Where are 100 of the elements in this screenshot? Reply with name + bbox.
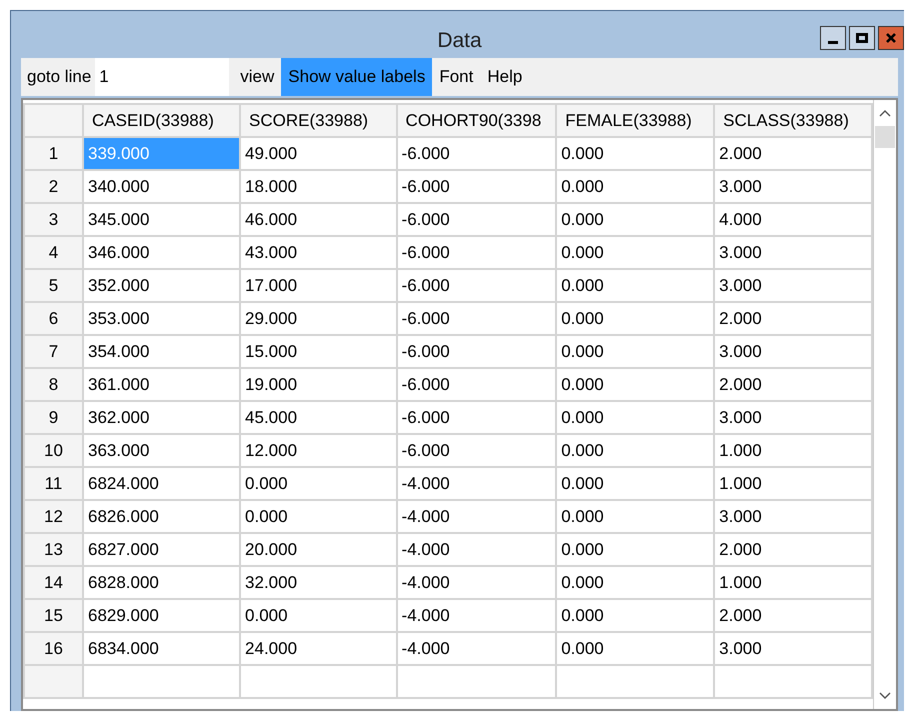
scroll-down-icon[interactable] (879, 692, 891, 700)
menu-item[interactable]: Show value labels (281, 58, 432, 96)
table-cell[interactable]: 346.000 (82, 236, 240, 269)
table-cell[interactable]: -6.000 (396, 236, 556, 269)
table-cell[interactable]: 340.000 (82, 170, 240, 203)
table-cell[interactable]: 3.000 (714, 236, 872, 269)
close-button[interactable] (878, 26, 904, 50)
table-cell[interactable]: 2.000 (714, 302, 872, 335)
maximize-button[interactable] (849, 26, 875, 50)
table-cell[interactable]: 6824.000 (82, 467, 240, 500)
menu-item[interactable]: Font (432, 58, 480, 96)
table-cell[interactable]: 3.000 (714, 170, 872, 203)
column-header[interactable]: SCLASS(33988) (714, 104, 872, 137)
table-cell[interactable]: 3.000 (714, 632, 872, 665)
table-cell[interactable]: 1.000 (714, 434, 872, 467)
scrollbar-thumb[interactable] (875, 126, 895, 148)
menu-item[interactable]: view (233, 58, 282, 96)
table-cell[interactable]: 0.000 (556, 566, 714, 599)
table-cell[interactable]: 18.000 (240, 170, 397, 203)
row-number: 11 (24, 467, 83, 500)
table-cell[interactable]: -6.000 (396, 335, 556, 368)
table-cell[interactable]: 0.000 (556, 632, 714, 665)
table-cell[interactable]: 2.000 (714, 533, 872, 566)
table-cell[interactable]: 1.000 (714, 566, 872, 599)
table-cell[interactable]: -4.000 (396, 599, 556, 632)
table-cell[interactable]: 0.000 (556, 434, 714, 467)
table-cell[interactable]: -6.000 (396, 203, 556, 236)
table-cell[interactable]: 29.000 (240, 302, 397, 335)
table-cell[interactable]: 352.000 (82, 269, 240, 302)
table-cell[interactable]: 20.000 (240, 533, 397, 566)
table-cell[interactable]: 6827.000 (82, 533, 240, 566)
menu-item[interactable]: Help (480, 58, 530, 96)
table-cell[interactable]: 0.000 (556, 533, 714, 566)
table-cell[interactable]: 43.000 (240, 236, 397, 269)
table-cell[interactable]: 0.000 (556, 137, 714, 170)
table-cell[interactable]: 4.000 (714, 203, 872, 236)
table-cell[interactable]: 354.000 (82, 335, 240, 368)
table-cell[interactable]: -6.000 (396, 269, 556, 302)
table-cell[interactable]: -6.000 (396, 401, 556, 434)
scroll-up-icon[interactable] (879, 109, 891, 117)
table-cell[interactable]: 362.000 (82, 401, 240, 434)
table-cell[interactable]: 19.000 (240, 368, 397, 401)
table-cell[interactable]: 1.000 (714, 467, 872, 500)
table-cell[interactable]: 45.000 (240, 401, 397, 434)
table-cell[interactable]: 3.000 (714, 335, 872, 368)
column-header[interactable]: CASEID(33988) (82, 104, 240, 137)
table-cell[interactable]: 353.000 (82, 302, 240, 335)
table-cell[interactable]: 0.000 (556, 269, 714, 302)
table-cell[interactable]: 0.000 (556, 467, 714, 500)
table-cell[interactable]: 0.000 (556, 599, 714, 632)
table-cell[interactable]: 6828.000 (82, 566, 240, 599)
minimize-button[interactable] (820, 26, 846, 50)
table-cell[interactable]: 12.000 (240, 434, 397, 467)
table-cell[interactable]: 3.000 (714, 500, 872, 533)
table-cell[interactable]: 0.000 (240, 467, 397, 500)
table-cell[interactable]: 6829.000 (82, 599, 240, 632)
table-cell[interactable]: 0.000 (556, 302, 714, 335)
table-cell[interactable]: 49.000 (240, 137, 397, 170)
table-cell[interactable]: -4.000 (396, 467, 556, 500)
table-cell[interactable]: 6826.000 (82, 500, 240, 533)
table-cell[interactable]: 32.000 (240, 566, 397, 599)
table-cell[interactable]: 345.000 (82, 203, 240, 236)
table-cell[interactable]: -6.000 (396, 170, 556, 203)
table-cell[interactable]: 17.000 (240, 269, 397, 302)
close-icon (885, 32, 897, 44)
table-cell[interactable]: 6834.000 (82, 632, 240, 665)
table-cell[interactable]: -4.000 (396, 500, 556, 533)
table-cell[interactable]: 0.000 (556, 203, 714, 236)
row-number: 5 (24, 269, 83, 302)
table-cell[interactable]: 0.000 (556, 401, 714, 434)
table-cell[interactable]: 361.000 (82, 368, 240, 401)
column-header[interactable]: FEMALE(33988) (556, 104, 714, 137)
column-header[interactable]: COHORT90(3398 (396, 104, 556, 137)
table-cell[interactable]: 0.000 (556, 236, 714, 269)
table-cell[interactable]: -4.000 (396, 533, 556, 566)
table-cell[interactable]: -4.000 (396, 566, 556, 599)
table-cell[interactable]: 0.000 (556, 335, 714, 368)
table-cell[interactable]: 0.000 (556, 368, 714, 401)
table-cell[interactable]: -6.000 (396, 434, 556, 467)
goto-line-field[interactable]: 1 (95, 58, 230, 96)
table-cell[interactable]: 3.000 (714, 269, 872, 302)
table-cell[interactable]: 2.000 (714, 599, 872, 632)
table-cell[interactable]: -6.000 (396, 368, 556, 401)
table-cell[interactable]: 15.000 (240, 335, 397, 368)
table-cell[interactable]: 0.000 (556, 500, 714, 533)
table-cell[interactable]: 0.000 (240, 599, 397, 632)
column-header[interactable]: SCORE(33988) (240, 104, 397, 137)
window-title: Data (437, 28, 482, 52)
table-cell[interactable]: 363.000 (82, 434, 240, 467)
table-cell[interactable]: -4.000 (396, 632, 556, 665)
table-cell[interactable]: 2.000 (714, 137, 872, 170)
table-cell[interactable]: 3.000 (714, 401, 872, 434)
table-cell[interactable]: 46.000 (240, 203, 397, 236)
table-cell[interactable]: 24.000 (240, 632, 397, 665)
table-cell[interactable]: -6.000 (396, 302, 556, 335)
table-cell[interactable]: -6.000 (396, 137, 556, 170)
table-cell[interactable]: 0.000 (240, 500, 397, 533)
table-cell[interactable]: 2.000 (714, 368, 872, 401)
vertical-scrollbar[interactable] (873, 100, 896, 709)
table-cell[interactable]: 0.000 (556, 170, 714, 203)
